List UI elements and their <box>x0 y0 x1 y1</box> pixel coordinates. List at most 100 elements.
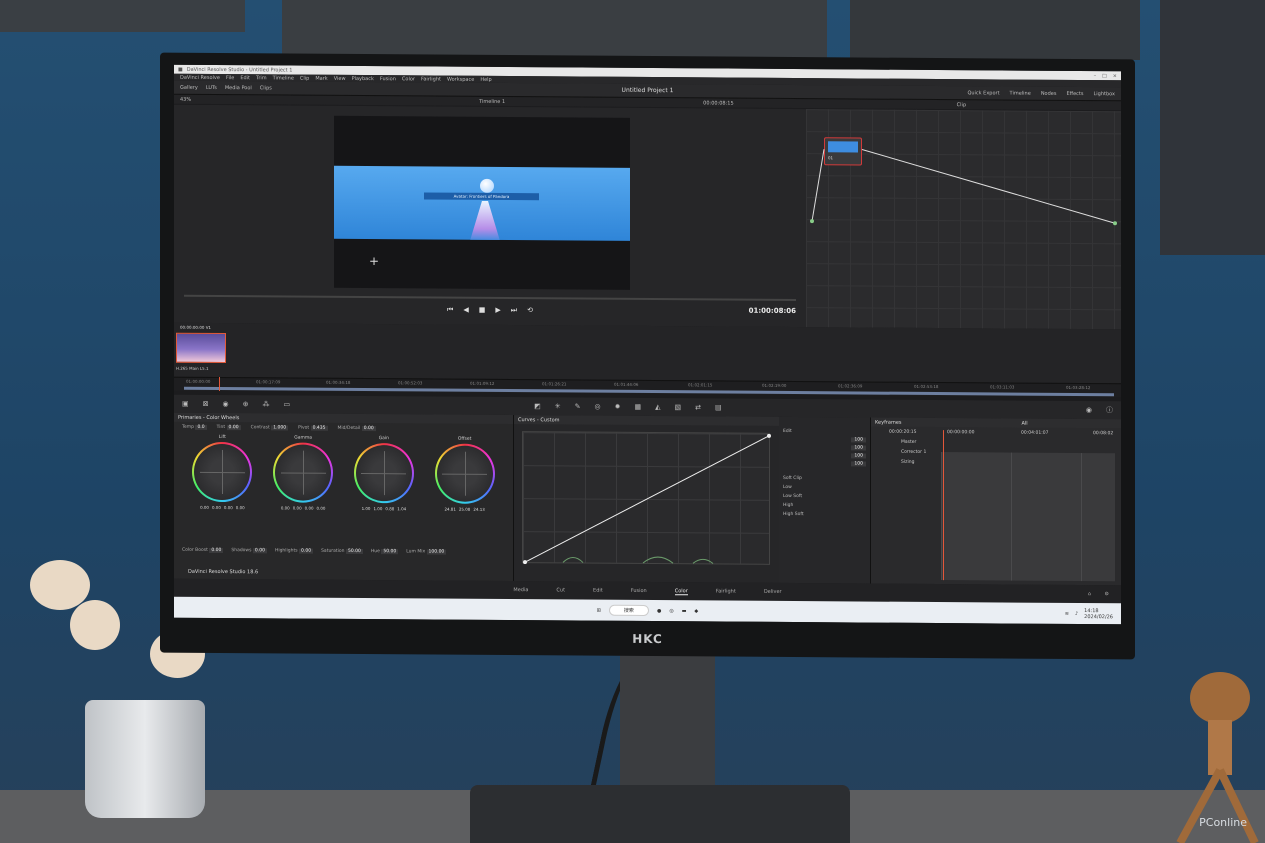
menu-item[interactable]: Trim <box>256 75 267 81</box>
timeline-select[interactable]: Timeline 1 <box>479 98 505 104</box>
blur-icon[interactable]: ◭ <box>655 403 660 411</box>
soft-clip-high-soft[interactable]: High Soft <box>783 512 866 518</box>
ruler-tick: 01:00:52:03 <box>398 380 423 386</box>
3d-icon[interactable]: ▤ <box>715 403 722 411</box>
gain-wheel[interactable] <box>353 442 414 504</box>
soft-clip-low-soft[interactable]: Low Soft <box>783 494 866 500</box>
hdr-icon[interactable]: ⊕ <box>243 400 249 408</box>
start-icon[interactable]: ⊞ <box>597 607 601 613</box>
menu-item[interactable]: Mark <box>315 75 327 81</box>
rgb-mixer-icon[interactable]: ⁂ <box>262 400 269 408</box>
param-shadows[interactable]: Shadows 0.00 <box>231 548 267 554</box>
menu-item[interactable]: Workspace <box>447 76 474 82</box>
taskbar-search[interactable]: 搜索 <box>608 604 649 617</box>
color-match-icon[interactable]: ⊠ <box>203 400 209 408</box>
info-icon[interactable]: ⓘ <box>1106 405 1113 415</box>
curves-graph[interactable] <box>522 431 771 565</box>
warper-icon[interactable]: ✳ <box>555 402 561 410</box>
menu-item[interactable]: Edit <box>240 75 250 81</box>
maximize-icon[interactable]: □ <box>1102 73 1107 79</box>
menu-item[interactable]: View <box>334 75 346 81</box>
ruler-tick: 01:03:11:03 <box>990 384 1015 390</box>
magic-mask-icon[interactable]: ▦ <box>634 403 641 411</box>
menu-item[interactable]: DaVinci Resolve <box>180 74 220 80</box>
param-saturation[interactable]: Saturation 50.00 <box>321 549 363 555</box>
edit-row-y[interactable]: 100 <box>783 437 866 443</box>
page-edit[interactable]: Edit <box>593 588 603 594</box>
edit-row-r[interactable]: 100 <box>783 445 866 451</box>
param-color-boost[interactable]: Color Boost 0.00 <box>182 548 224 554</box>
page-fusion[interactable]: Fusion <box>631 588 647 594</box>
curves-icon[interactable]: ◩ <box>534 402 541 410</box>
lift-wheel[interactable] <box>192 441 253 503</box>
minimize-icon[interactable]: – <box>1094 73 1097 79</box>
kf-track-sizing[interactable]: Sizing <box>901 460 914 465</box>
skip-back-icon[interactable]: ⏮ <box>447 305 453 314</box>
color-wheels-icon[interactable]: ◉ <box>223 400 229 408</box>
keyframes-timeline[interactable] <box>941 452 1115 582</box>
edit-row-g[interactable]: 100 <box>783 453 866 459</box>
tracker-icon[interactable]: ✹ <box>615 403 621 411</box>
folder-icon[interactable]: ▬ <box>682 608 687 614</box>
soft-clip-high[interactable]: High <box>783 503 866 509</box>
menu-item[interactable]: Clip <box>300 75 309 81</box>
close-icon[interactable]: × <box>1113 73 1117 79</box>
menu-item[interactable]: Help <box>480 76 491 82</box>
volume-icon[interactable]: ♪ <box>1075 610 1078 616</box>
sizing-icon[interactable]: ⇄ <box>695 403 701 411</box>
app-icon[interactable]: ● <box>657 608 661 614</box>
clock[interactable]: 14:18 2024/02/26 <box>1084 608 1113 620</box>
gamma-wheel[interactable] <box>273 442 334 503</box>
node-mode-select[interactable]: Clip <box>957 102 966 108</box>
play-icon[interactable]: ▶ <box>495 306 500 314</box>
home-icon[interactable]: ⌂ <box>1088 591 1091 597</box>
viewer-scrubber[interactable] <box>184 294 796 302</box>
menu-item[interactable]: Color <box>402 76 415 82</box>
offset-wheel[interactable] <box>434 443 495 504</box>
param-highlights[interactable]: Highlights 0.00 <box>275 548 314 554</box>
page-media[interactable]: Media <box>513 587 528 593</box>
scopes-icon[interactable]: ◉ <box>1086 406 1092 414</box>
settings-icon[interactable]: ⚙ <box>1105 591 1109 597</box>
param-temp[interactable]: Temp 0.0 <box>182 425 207 430</box>
page-color[interactable]: Color <box>674 587 688 595</box>
soft-clip-low[interactable]: Low <box>783 485 866 491</box>
menu-item[interactable]: Fairlight <box>421 76 441 82</box>
param-pivot[interactable]: Pivot 0.435 <box>298 426 328 431</box>
menu-item[interactable]: File <box>226 75 234 81</box>
playhead[interactable] <box>219 377 220 392</box>
qualifier-icon[interactable]: ✎ <box>575 402 581 410</box>
resolve-icon[interactable]: ◆ <box>694 608 698 614</box>
window-icon[interactable]: ◎ <box>594 403 600 411</box>
page-cut[interactable]: Cut <box>556 587 565 593</box>
clip-thumbnail[interactable] <box>176 332 226 364</box>
menu-item[interactable]: Timeline <box>273 75 294 81</box>
param-lum-mix[interactable]: Lum Mix 100.00 <box>406 549 447 555</box>
transport-controls: ⏮ ◀ ■ ▶ ⏭ ⟲ <box>174 301 806 319</box>
key-icon[interactable]: ▧ <box>674 403 681 411</box>
keyframes-playhead[interactable] <box>943 430 944 581</box>
param-contrast[interactable]: Contrast 1.000 <box>251 425 289 431</box>
param-hue[interactable]: Hue 50.00 <box>371 549 399 555</box>
page-fairlight[interactable]: Fairlight <box>716 588 736 594</box>
menu-item[interactable]: Fusion <box>380 76 396 82</box>
kf-track-master[interactable]: Master <box>901 440 916 445</box>
play-reverse-icon[interactable]: ◀ <box>463 306 468 314</box>
curves-title: Curves - Custom <box>514 415 779 426</box>
param-tint[interactable]: Tint 0.00 <box>217 425 241 431</box>
browser-icon[interactable]: ◎ <box>669 608 673 614</box>
zoom-select[interactable]: 43% <box>180 96 191 102</box>
page-deliver[interactable]: Deliver <box>764 589 782 595</box>
menu-item[interactable]: Playback <box>352 75 374 81</box>
wifi-icon[interactable]: ≋ <box>1065 610 1069 616</box>
camera-raw-icon[interactable]: ▣ <box>182 400 189 408</box>
edit-row-b[interactable]: 100 <box>783 461 866 467</box>
keyframes-filter[interactable]: All <box>1022 420 1028 426</box>
skip-forward-icon[interactable]: ⏭ <box>511 306 517 315</box>
loop-icon[interactable]: ⟲ <box>527 306 533 314</box>
param-mid-detail[interactable]: Mid/Detail 0.00 <box>338 426 376 432</box>
node-editor[interactable]: 01 <box>806 109 1121 330</box>
motion-effects-icon[interactable]: ▭ <box>283 400 290 408</box>
stop-icon[interactable]: ■ <box>479 306 486 314</box>
kf-track-corrector[interactable]: Corrector 1 <box>901 450 926 455</box>
